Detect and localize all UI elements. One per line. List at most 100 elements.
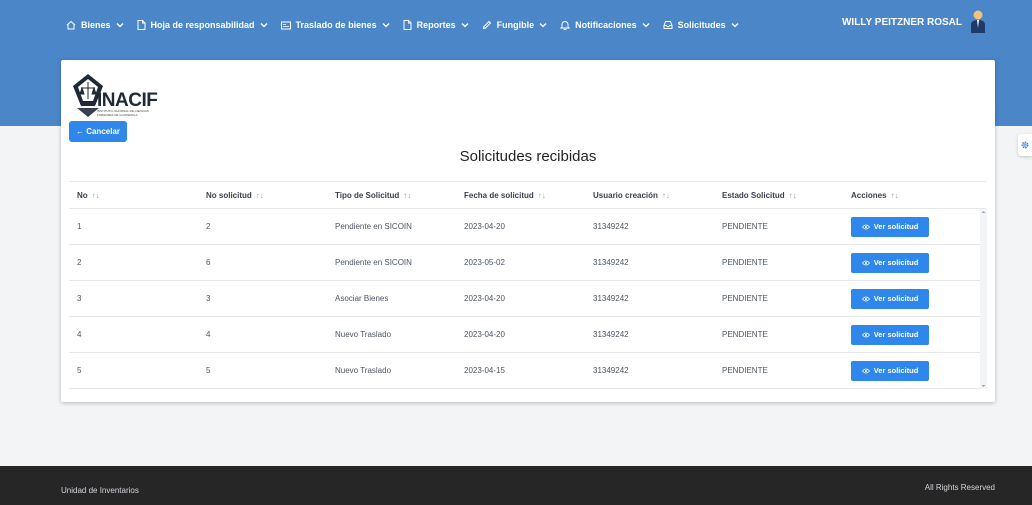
- card-icon: [280, 21, 291, 29]
- cell-usuario: 31349242: [593, 330, 629, 339]
- table-scrollbar[interactable]: [980, 209, 987, 389]
- footer-unit-name: Unidad de Inventarios: [61, 486, 139, 495]
- bell-icon: [560, 21, 571, 30]
- cell-estado: PENDIENTE: [722, 258, 768, 267]
- cell-fecha: 2023-04-20: [464, 294, 505, 303]
- nav-fungible[interactable]: Fungible: [482, 0, 548, 50]
- sort-icon: ↑↓: [661, 190, 670, 200]
- chevron-down-icon: [539, 23, 547, 28]
- chevron-down-icon: [642, 23, 650, 28]
- column-header-tipo[interactable]: Tipo de Solicitud ↑↓: [327, 191, 456, 200]
- document-icon: [403, 20, 412, 30]
- chevron-down-icon: [731, 23, 739, 28]
- cell-usuario: 31349242: [593, 222, 629, 231]
- settings-tab[interactable]: [1018, 134, 1032, 156]
- chevron-down-icon: [260, 23, 268, 28]
- nav-bienes[interactable]: Bienes: [66, 0, 124, 50]
- column-header-fecha[interactable]: Fecha de solicitud ↑↓: [456, 191, 585, 200]
- table-row: 3 3 Asociar Bienes 2023-04-20 31349242 P…: [69, 281, 986, 317]
- footer: Unidad de Inventarios All Rights Reserve…: [0, 466, 1032, 505]
- column-header-usuario[interactable]: Usuario creación ↑↓: [585, 191, 714, 200]
- table-row: 4 4 Nuevo Traslado 2023-04-20 31349242 P…: [69, 317, 986, 353]
- cell-fecha: 2023-04-20: [464, 222, 505, 231]
- table-row: 2 6 Pendiente en SICOIN 2023-05-02 31349…: [69, 245, 986, 281]
- cancel-button[interactable]: ← Cancelar: [69, 121, 127, 142]
- sort-icon: ↑↓: [890, 190, 899, 200]
- ver-solicitud-button[interactable]: Ver solicitud: [851, 324, 929, 345]
- column-header-estado[interactable]: Estado Solicitud ↑↓: [714, 191, 843, 200]
- inbox-icon: [663, 21, 673, 29]
- cell-no-solicitud: 4: [206, 330, 211, 339]
- sort-icon: ↑↓: [255, 190, 264, 200]
- sort-icon: ↑↓: [91, 190, 100, 200]
- ver-solicitud-button[interactable]: Ver solicitud: [851, 252, 929, 273]
- eye-icon: [861, 296, 870, 301]
- sort-icon: ↑↓: [537, 190, 546, 200]
- cell-no: 3: [77, 294, 82, 303]
- sort-icon: ↑↓: [788, 190, 797, 200]
- cell-estado: PENDIENTE: [722, 366, 768, 375]
- user-avatar-icon[interactable]: [970, 10, 986, 34]
- nav-reportes[interactable]: Reportes: [403, 0, 469, 50]
- column-header-acciones[interactable]: Acciones ↑↓: [843, 191, 976, 200]
- cell-usuario: 31349242: [593, 366, 629, 375]
- gear-icon: [1021, 141, 1029, 149]
- cell-estado: PENDIENTE: [722, 222, 768, 231]
- scroll-up-icon[interactable]: [980, 209, 987, 215]
- nav-hoja-label: Hoja de responsabilidad: [150, 20, 255, 30]
- table-row: 1 2 Pendiente en SICOIN 2023-04-20 31349…: [69, 209, 986, 245]
- sort-icon: ↑↓: [403, 190, 412, 200]
- cell-tipo: Asociar Bienes: [335, 294, 389, 303]
- pencil-icon: [482, 20, 491, 30]
- cell-usuario: 31349242: [593, 294, 629, 303]
- inacif-logo: INACIF INSTITUTO NACIONAL DE CIENCIAS FO…: [71, 72, 158, 120]
- chevron-down-icon: [461, 23, 469, 28]
- cell-estado: PENDIENTE: [722, 330, 768, 339]
- nav-fungible-label: Fungible: [496, 20, 535, 30]
- cell-no-solicitud: 3: [206, 294, 211, 303]
- cell-tipo: Pendiente en SICOIN: [335, 258, 412, 267]
- cell-fecha: 2023-04-15: [464, 366, 505, 375]
- cell-no-solicitud: 5: [206, 366, 211, 375]
- cell-fecha: 2023-04-20: [464, 330, 505, 339]
- ver-solicitud-button[interactable]: Ver solicitud: [851, 360, 929, 381]
- nav-bienes-label: Bienes: [81, 20, 111, 30]
- footer-rights: All Rights Reserved: [924, 483, 995, 492]
- page-title: Solicitudes recibidas: [459, 148, 597, 165]
- home-icon: [66, 20, 76, 30]
- cell-no: 2: [77, 258, 82, 267]
- cell-tipo: Nuevo Traslado: [335, 330, 392, 339]
- main-navbar: Bienes Hoja de responsabilidad Traslado …: [0, 0, 1032, 50]
- logo-subtext: INSTITUTO NACIONAL DE CIENCIAS FORENSES …: [97, 109, 149, 117]
- cell-estado: PENDIENTE: [722, 294, 768, 303]
- nav-solicitudes[interactable]: Solicitudes: [663, 0, 739, 50]
- nav-solicitudes-label: Solicitudes: [677, 20, 726, 30]
- column-header-no[interactable]: No ↑↓: [69, 191, 198, 200]
- column-header-no-solicitud[interactable]: No solicitud ↑↓: [198, 191, 327, 200]
- cell-no: 5: [77, 366, 82, 375]
- chevron-down-icon: [116, 23, 123, 28]
- ver-solicitud-button[interactable]: Ver solicitud: [851, 216, 929, 237]
- nav-notificaciones-label: Notificaciones: [575, 20, 637, 30]
- cell-no-solicitud: 2: [206, 222, 211, 231]
- document-icon: [137, 20, 146, 30]
- user-name[interactable]: WILLY PEITZNER ROSAL: [842, 17, 962, 28]
- cell-tipo: Pendiente en SICOIN: [335, 222, 412, 231]
- table-header: No ↑↓ No solicitud ↑↓ Tipo de Solicitud ↑↓ …: [69, 181, 986, 209]
- eye-icon: [861, 332, 870, 337]
- nav-traslado-label: Traslado de bienes: [295, 20, 377, 30]
- solicitudes-table: No ↑↓ No solicitud ↑↓ Tipo de Solicitud ↑↓ …: [69, 181, 986, 389]
- nav-traslado-bienes[interactable]: Traslado de bienes: [280, 0, 390, 50]
- eye-icon: [861, 260, 870, 265]
- scroll-down-icon[interactable]: [980, 383, 987, 389]
- nav-notificaciones[interactable]: Notificaciones: [560, 0, 650, 50]
- solicitudes-card: INACIF INSTITUTO NACIONAL DE CIENCIAS FO…: [61, 60, 995, 402]
- cell-fecha: 2023-05-02: [464, 258, 505, 267]
- cell-no-solicitud: 6: [206, 258, 211, 267]
- nav-reportes-label: Reportes: [416, 20, 456, 30]
- chevron-down-icon: [382, 23, 390, 28]
- eye-icon: [861, 368, 870, 373]
- nav-hoja-responsabilidad[interactable]: Hoja de responsabilidad: [137, 0, 268, 50]
- eye-icon: [861, 224, 870, 229]
- ver-solicitud-button[interactable]: Ver solicitud: [851, 288, 929, 309]
